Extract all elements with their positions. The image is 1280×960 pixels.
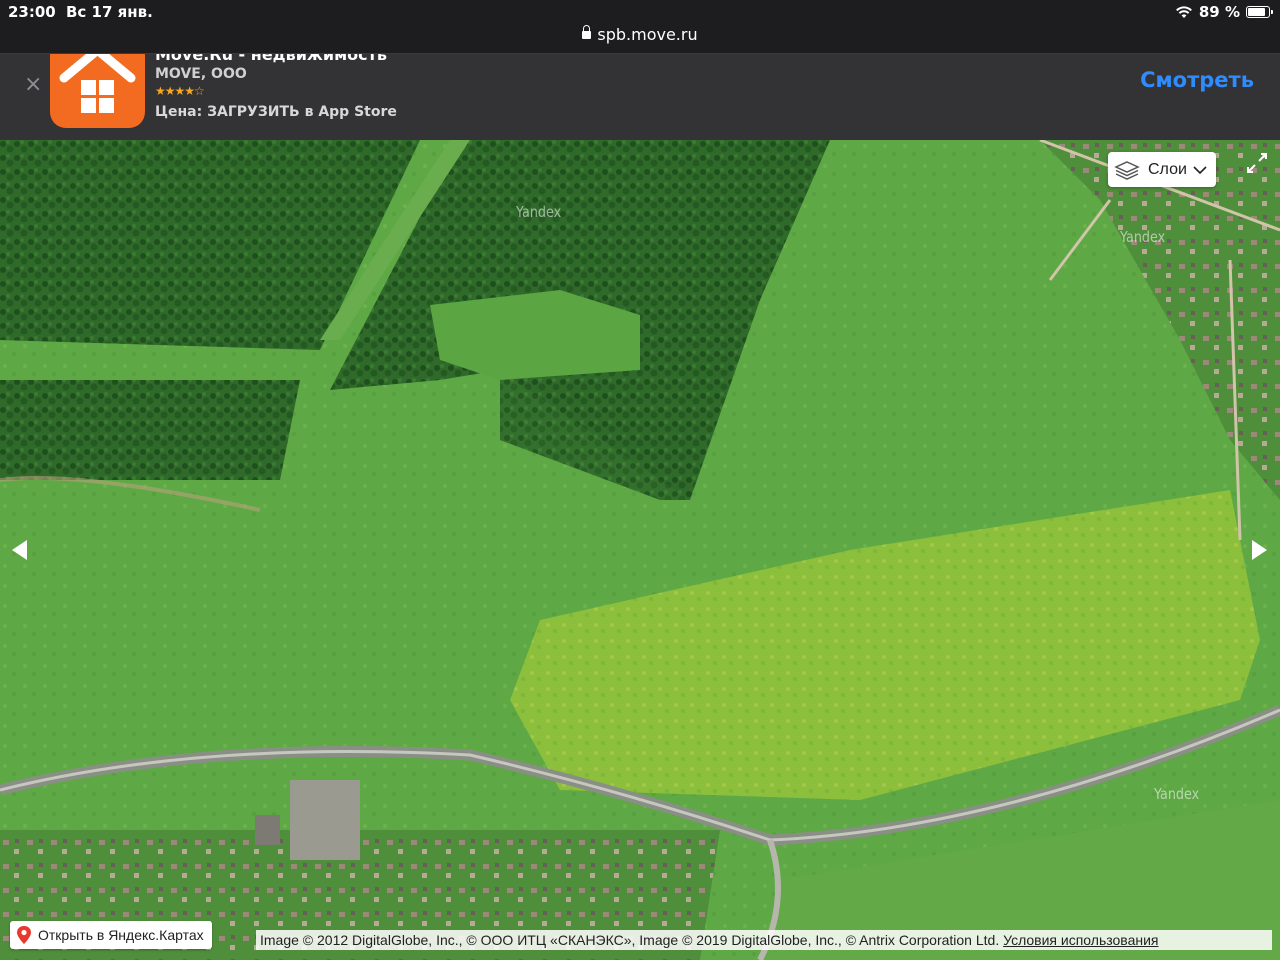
view-app-button[interactable]: Смотреть <box>1140 68 1254 92</box>
battery-percent: 89 % <box>1198 3 1240 21</box>
status-bar: 23:00 Вс 17 янв. 89 % <box>0 0 1280 24</box>
url-domain: spb.move.ru <box>597 25 698 44</box>
open-in-yandex-label: Открыть в Яндекс.Картах <box>38 927 204 943</box>
layers-button[interactable]: Слои <box>1108 152 1216 187</box>
open-in-yandex-maps-button[interactable]: Открыть в Яндекс.Картах <box>10 921 212 949</box>
banner-close-button[interactable]: × <box>24 72 42 97</box>
url-bar[interactable]: spb.move.ru <box>0 24 1280 54</box>
app-icon <box>50 54 145 128</box>
app-name: Move.Ru - недвижимость <box>155 54 388 64</box>
map-attribution: Image © 2012 DigitalGlobe, Inc., © ООО И… <box>256 930 1272 950</box>
app-developer: MOVE, ООО <box>155 66 247 82</box>
layers-label: Слои <box>1148 160 1187 178</box>
status-date: Вс 17 янв. <box>66 3 153 21</box>
house-icon <box>59 54 136 113</box>
app-price: Цена: ЗАГРУЗИТЬ в App Store <box>155 104 397 120</box>
terms-of-use-link[interactable]: Условия использования <box>1003 932 1158 948</box>
map-pin-icon <box>17 926 31 944</box>
satellite-map[interactable]: Yandex Yandex Yandex Слои Открыть в Янде… <box>0 140 1280 960</box>
yandex-watermark: Yandex <box>1153 785 1200 803</box>
yandex-watermark: Yandex <box>515 203 562 221</box>
wifi-icon <box>1175 6 1192 18</box>
satellite-imagery <box>0 140 1280 960</box>
status-time: 23:00 <box>8 3 56 21</box>
app-rating-stars: ★★★★☆ <box>155 84 205 98</box>
expand-icon[interactable] <box>1246 152 1268 174</box>
arrow-right-icon[interactable] <box>1252 540 1267 560</box>
attribution-text: Image © 2012 DigitalGlobe, Inc., © ООО И… <box>260 932 1000 948</box>
status-right: 89 % <box>1175 3 1273 21</box>
battery-icon <box>1246 6 1273 18</box>
layers-icon <box>1114 160 1140 180</box>
app-store-banner: × Move.Ru - недвижимость MOVE, ООО ★★★★☆… <box>0 54 1280 140</box>
yandex-watermark: Yandex <box>1119 228 1166 246</box>
arrow-left-icon[interactable] <box>12 540 27 560</box>
chevron-down-icon <box>1193 165 1207 174</box>
lock-icon <box>582 25 592 39</box>
